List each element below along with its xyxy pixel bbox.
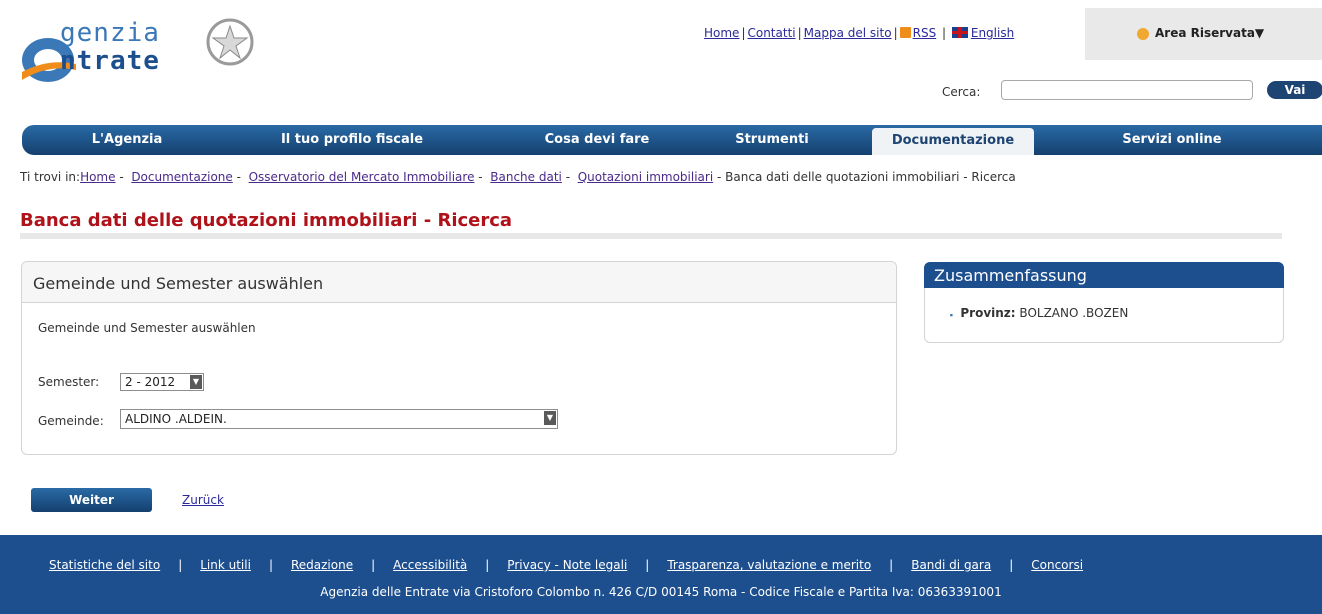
footer-link-bandi-di-gara[interactable]: Bandi di gara <box>911 558 991 572</box>
summary-panel: Zusammenfassung ⠠ Provinz: BOLZANO .BOZEN <box>924 262 1284 343</box>
footer-link-statistiche[interactable]: Statistiche del sito <box>49 558 160 572</box>
user-lock-icon <box>1137 28 1149 40</box>
summary-title: Zusammenfassung <box>934 266 1087 285</box>
footer-links: Statistiche del sito | Link utili | Redazion… <box>49 558 1084 572</box>
semester-select[interactable]: 2 - 2012 ▼ <box>120 373 204 391</box>
panel-header: Gemeinde und Semester auswählen <box>22 262 896 303</box>
summary-province-row: ⠠ Provinz: BOLZANO .BOZEN <box>945 306 1128 320</box>
panel-description: Gemeinde und Semester auswählen <box>38 321 256 335</box>
breadcrumb-documentazione[interactable]: Documentazione <box>131 170 232 184</box>
summary-header: Zusammenfassung <box>924 262 1284 288</box>
footer-link-trasparenza[interactable]: Trasparenza, valutazione e merito <box>667 558 871 572</box>
area-riservata-label: Area Riservata▼ <box>1155 26 1265 40</box>
footer-link-link-utili[interactable]: Link utili <box>200 558 251 572</box>
footer: Statistiche del sito | Link utili | Redazion… <box>0 535 1322 614</box>
weiter-button[interactable]: Weiter <box>31 488 152 512</box>
nav-item-profilo-fiscale[interactable]: Il tuo profilo fiscale <box>252 125 452 155</box>
nav-item-servizi-online[interactable]: Servizi online <box>1102 125 1242 155</box>
contatti-link[interactable]: Contatti <box>747 26 795 40</box>
footer-link-privacy[interactable]: Privacy - Note legali <box>507 558 627 572</box>
zurueck-link[interactable]: Zurück <box>182 493 224 507</box>
agenzia-entrate-logo[interactable]: genzia ntrate <box>18 10 268 90</box>
panel-title: Gemeinde und Semester auswählen <box>33 274 324 293</box>
logo-line2: ntrate <box>60 46 160 76</box>
english-link[interactable]: English <box>971 26 1014 40</box>
breadcrumb-banche-dati[interactable]: Banche dati <box>490 170 562 184</box>
breadcrumb-osservatorio[interactable]: Osservatorio del Mercato Immobiliare <box>249 170 475 184</box>
breadcrumb-separator: - <box>119 170 124 184</box>
area-riservata-menu[interactable]: Area Riservata▼ <box>1085 8 1322 60</box>
province-value: BOLZANO .BOZEN <box>1019 306 1129 320</box>
province-label: Provinz: <box>960 306 1016 320</box>
breadcrumb-prefix: Ti trovi in: <box>20 170 81 184</box>
search-input[interactable] <box>1001 80 1253 100</box>
semester-label: Semester: <box>38 375 100 389</box>
breadcrumb-separator: - <box>717 170 722 184</box>
logo-line1: genzia <box>60 18 160 48</box>
rss-link[interactable]: RSS <box>913 26 937 40</box>
page-title: Banca dati delle quotazioni immobiliari … <box>20 210 513 231</box>
title-divider <box>20 233 1282 239</box>
dropdown-arrow-icon: ▼ <box>544 411 556 425</box>
breadcrumb-quotazioni[interactable]: Quotazioni immobiliari <box>578 170 713 184</box>
breadcrumb-separator: - <box>478 170 483 184</box>
nav-item-strumenti[interactable]: Strumenti <box>712 125 832 155</box>
gemeinde-select[interactable]: ALDINO .ALDEIN. ▼ <box>120 409 558 429</box>
mappa-del-sito-link[interactable]: Mappa del sito <box>804 26 892 40</box>
footer-link-concorsi[interactable]: Concorsi <box>1031 558 1083 572</box>
nav-item-agenzia[interactable]: L'Agenzia <box>62 125 192 155</box>
gemeinde-label: Gemeinde: <box>38 414 104 428</box>
breadcrumb: Ti trovi in:Home - Documentazione - Osse… <box>20 170 1016 184</box>
footer-link-accessibilita[interactable]: Accessibilità <box>393 558 467 572</box>
footer-link-redazione[interactable]: Redazione <box>291 558 353 572</box>
main-nav: L'Agenzia Il tuo profilo fiscale Cosa de… <box>22 125 1322 155</box>
home-link[interactable]: Home <box>704 26 739 40</box>
dropdown-arrow-icon: ▼ <box>190 375 202 389</box>
top-links: Home | Contatti | Mappa del sito | RSS | Engli… <box>704 26 1015 40</box>
search-label: Cerca: <box>942 85 981 99</box>
gemeinde-value: ALDINO .ALDEIN. <box>125 412 227 426</box>
breadcrumb-separator: - <box>565 170 571 184</box>
search-button[interactable]: Vai <box>1267 81 1322 99</box>
breadcrumb-home[interactable]: Home <box>80 170 115 184</box>
nav-item-documentazione[interactable]: Documentazione <box>872 128 1034 155</box>
selection-panel: Gemeinde und Semester auswählen Gemeinde… <box>21 261 897 455</box>
republic-emblem-icon <box>206 18 254 66</box>
breadcrumb-separator: - <box>236 170 241 184</box>
footer-address: Agenzia delle Entrate via Cristoforo Col… <box>320 585 1002 599</box>
breadcrumb-current: Banca dati delle quotazioni immobiliari … <box>725 170 1016 184</box>
rss-icon <box>899 27 911 38</box>
uk-flag-icon <box>951 27 968 38</box>
nav-item-cosa-devi-fare[interactable]: Cosa devi fare <box>527 125 667 155</box>
semester-value: 2 - 2012 <box>125 375 176 389</box>
bullet-icon: ⠠ <box>945 306 955 320</box>
